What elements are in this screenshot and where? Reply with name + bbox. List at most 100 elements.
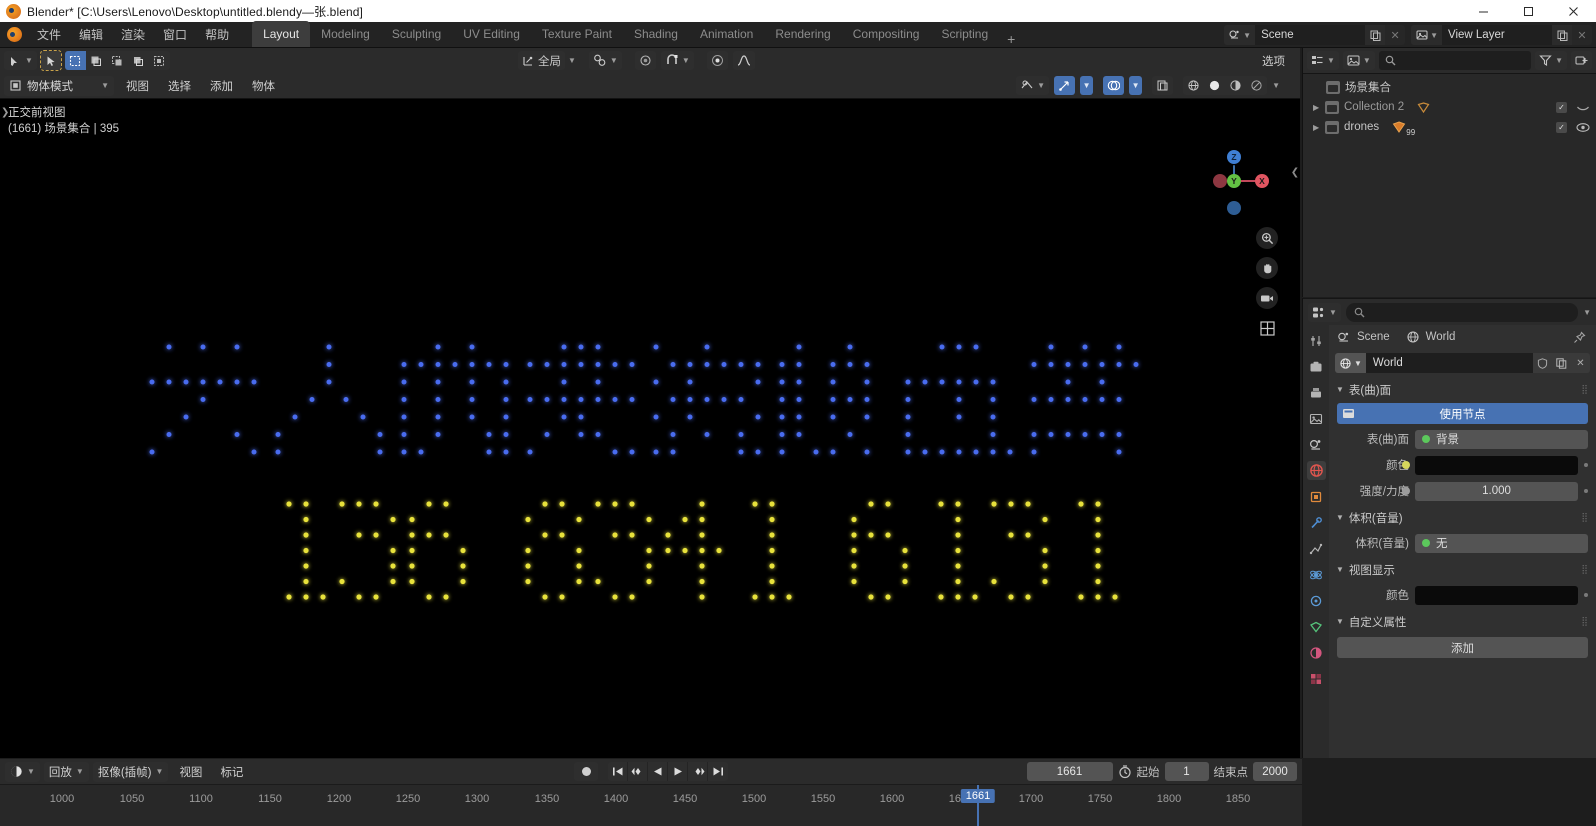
tab-view-layer[interactable] [1307,409,1326,428]
jump-to-prev-keyframe-button[interactable] [628,762,648,781]
panel-header-surface[interactable]: ▼ 表(曲)面 ⣿ [1329,379,1596,400]
proportional-falloff-icon[interactable] [732,51,755,70]
select-subtract-icon[interactable] [107,51,128,70]
outliner-row-collection-2[interactable]: ▶ Collection 2 ✓ [1303,97,1596,117]
play-button[interactable] [668,762,688,781]
world-id-selector[interactable]: ▼ World ✕ [1335,352,1590,374]
add-custom-property-button[interactable]: 添加 [1337,637,1588,658]
animate-property-decorator[interactable] [1584,463,1588,467]
properties-editor-type-icon[interactable]: ▼ [1308,302,1341,322]
blender-menu-icon[interactable] [0,22,28,47]
outliner-editor-type-icon[interactable]: ▼ [1307,51,1339,70]
outliner-display-mode-dropdown[interactable]: ▼ [1342,51,1375,70]
volume-shader-dropdown[interactable]: 无 [1415,533,1588,553]
proportional-edit-button[interactable] [634,51,656,70]
view-layer-selector[interactable]: ▼ View Layer ✕ [1411,25,1592,45]
eye-icon[interactable] [1576,122,1590,133]
tab-physics[interactable] [1307,565,1326,584]
gizmo-dropdown[interactable]: ▼ [1080,76,1094,95]
timeline-editor-type-icon[interactable]: ▼ [5,761,40,782]
viewport-menu-add[interactable]: 添加 [203,76,240,96]
viewport-sidebar-collapse-arrow-icon[interactable]: ❮ [1290,161,1300,183]
outliner-row-drones[interactable]: ▶ drones 99 ✓ [1303,117,1596,137]
tweak-tool-button[interactable] [39,50,62,71]
viewport-canvas[interactable]: ❯ 正交前视图 (1661) 场景集合 | 395 Z Y X ❮ [0,99,1300,758]
jump-to-end-button[interactable] [708,762,728,781]
gizmo-toggle-button[interactable] [1054,76,1076,95]
tab-scene[interactable] [1307,435,1326,454]
remove-view-layer-button[interactable]: ✕ [1572,25,1592,45]
tab-tool[interactable] [1307,331,1326,350]
tab-animation[interactable]: Animation [689,21,764,47]
world-browse-icon[interactable]: ▼ [1335,353,1366,373]
end-frame-field[interactable]: 2000 [1253,762,1297,781]
properties-options-chevron-icon[interactable]: ▼ [1583,308,1591,317]
surface-shader-dropdown[interactable]: 背景 [1415,429,1588,449]
unlink-world-button[interactable]: ✕ [1571,353,1590,373]
solid-shading-icon[interactable] [1204,76,1225,95]
tab-modeling[interactable]: Modeling [310,21,381,47]
tab-material[interactable] [1307,643,1326,662]
tab-world[interactable] [1306,461,1326,480]
select-set-icon[interactable] [64,51,86,70]
use-nodes-button[interactable]: 使用节点 [1337,403,1588,424]
timeline-menu-playback[interactable]: 回放 ▼ [43,761,89,782]
add-workspace-button[interactable]: + [999,31,1023,47]
viewport-menu-view[interactable]: 视图 [119,76,156,96]
close-button[interactable] [1551,0,1596,22]
new-view-layer-button[interactable] [1552,25,1572,45]
pivot-point-button[interactable] [706,51,728,70]
snap-target-dropdown[interactable]: ▼ [588,51,622,70]
tab-sculpting[interactable]: Sculpting [381,21,452,47]
background-color-swatch[interactable] [1402,455,1578,475]
animate-property-decorator[interactable] [1584,593,1588,597]
tab-texture[interactable] [1307,669,1326,688]
auto-keying-record-button[interactable] [574,762,598,781]
camera-view-icon[interactable] [1256,287,1278,309]
jump-to-next-keyframe-button[interactable] [688,762,708,781]
menu-window[interactable]: 窗口 [154,22,196,47]
select-extend-icon[interactable] [86,51,107,70]
animate-property-decorator[interactable] [1584,489,1588,493]
select-intersect-icon[interactable] [149,51,170,70]
properties-search-input[interactable] [1345,302,1579,322]
outliner-search-input[interactable] [1378,51,1532,70]
jump-to-start-button[interactable] [608,762,628,781]
panel-header-volume[interactable]: ▼ 体积(音量) ⣿ [1329,507,1596,528]
start-frame-field[interactable]: 1 [1164,762,1209,781]
overlays-dropdown[interactable]: ▼ [1129,76,1143,95]
tab-object[interactable] [1307,487,1326,506]
viewport-menu-object[interactable]: 物体 [245,76,282,96]
transform-orientation-dropdown[interactable]: 全局 [518,51,565,70]
outliner-row-scene-collection[interactable]: 场景集合 [1303,77,1596,97]
view-layer-icon[interactable]: ▼ [1411,25,1442,45]
panel-header-viewport-display[interactable]: ▼ 视图显示 ⣿ [1329,559,1596,580]
panel-header-custom-properties[interactable]: ▼ 自定义属性 ⣿ [1329,611,1596,632]
tab-modifiers[interactable] [1307,513,1326,532]
menu-edit[interactable]: 编辑 [70,22,112,47]
checkbox-enabled[interactable]: ✓ [1556,101,1567,113]
tab-constraints[interactable] [1307,591,1326,610]
zoom-icon[interactable] [1256,227,1278,249]
tab-rendering[interactable]: Rendering [764,21,841,47]
active-tool-icon[interactable]: ▼ [4,51,37,70]
disclose-triangle-icon[interactable]: ▶ [1313,123,1323,132]
new-world-button[interactable] [1552,353,1571,373]
outliner-filter-icon[interactable]: ▼ [1535,51,1567,70]
wireframe-shading-icon[interactable] [1183,76,1204,95]
gizmo-axis-neg-x[interactable] [1213,174,1227,188]
visibility-dropdown[interactable]: ▼ [1016,76,1050,95]
orthographic-toggle-icon[interactable] [1256,317,1278,339]
outliner-new-collection-icon[interactable] [1571,51,1592,70]
unlink-scene-button[interactable]: ✕ [1385,25,1406,45]
navigation-axis-gizmo[interactable]: Z Y X [1200,147,1269,215]
snap-magnet-button[interactable]: ▼ [660,51,694,70]
disclose-triangle-icon[interactable]: ▶ [1313,103,1323,112]
scene-selector[interactable]: ▼ Scene ✕ [1224,25,1406,45]
gizmo-axis-neg-z[interactable] [1227,201,1241,215]
hide-closed-eye-icon[interactable] [1576,102,1590,113]
tab-particles[interactable] [1307,539,1326,558]
menu-help[interactable]: 帮助 [196,22,238,47]
tab-render[interactable] [1307,357,1326,376]
tab-output[interactable] [1307,383,1326,402]
